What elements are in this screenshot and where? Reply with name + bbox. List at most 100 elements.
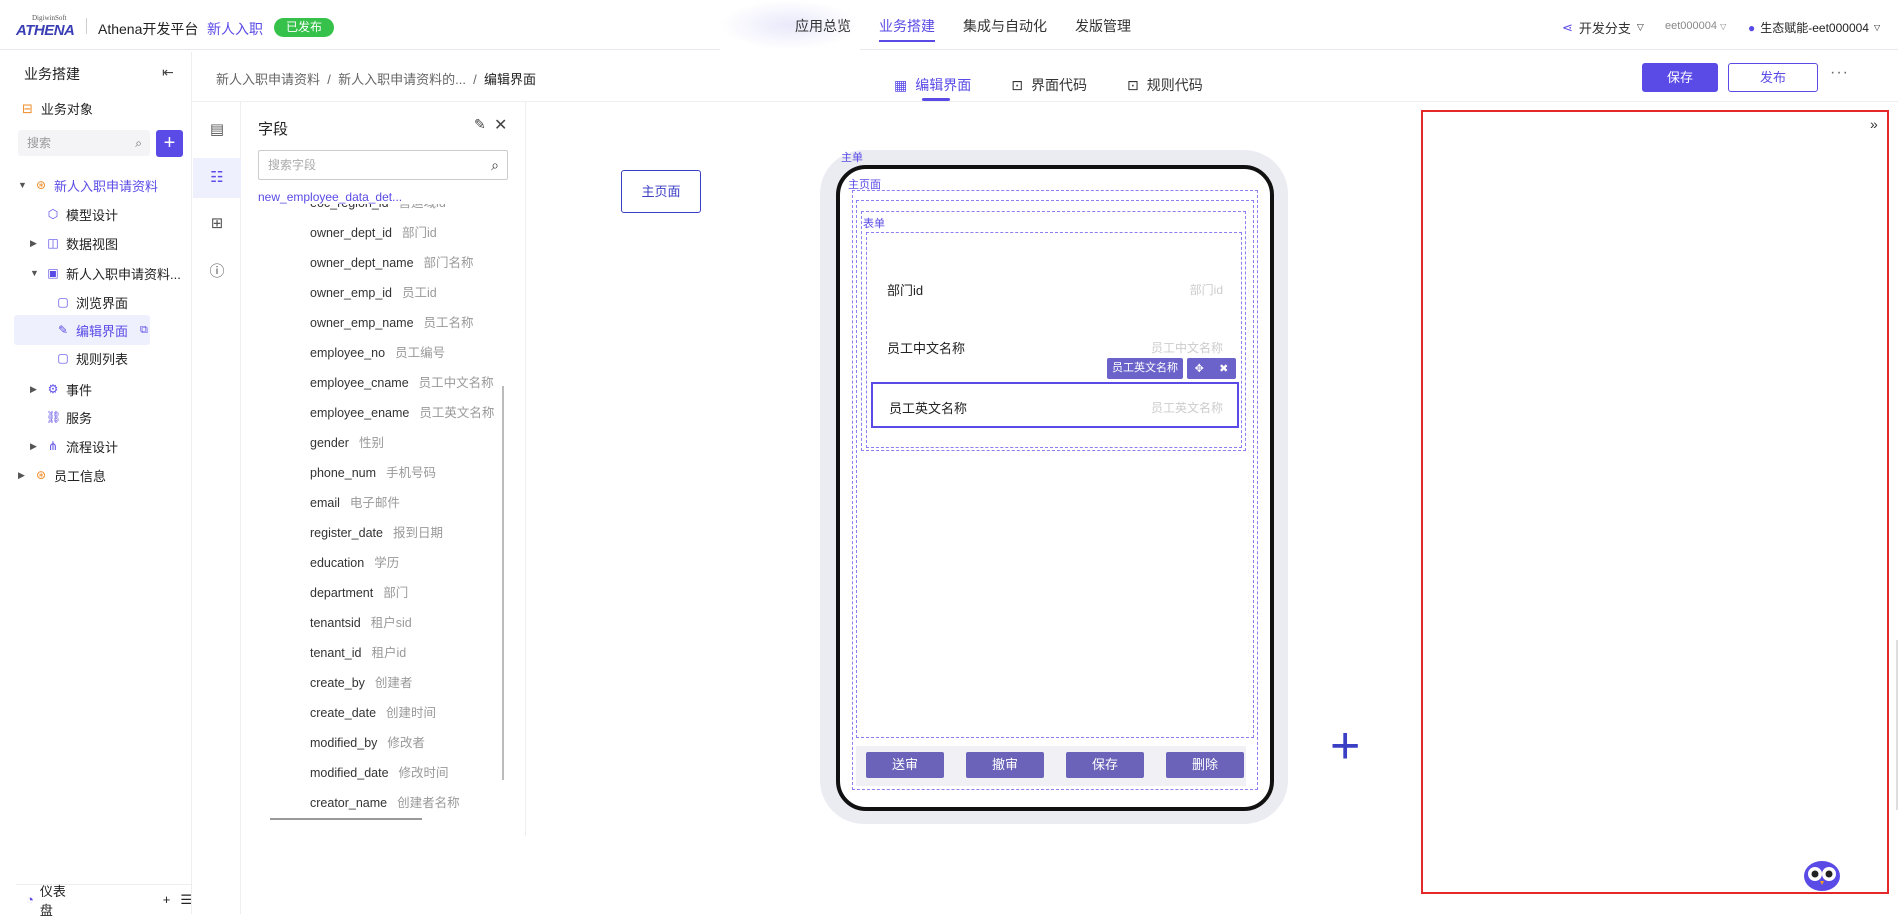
field-list-item[interactable]: employee_cname 员工中文名称 (310, 372, 494, 394)
object-icon: ⊛ (35, 468, 47, 482)
sidebar-tree-item[interactable]: ▼ ⊛ 新人入职申请资料 (8, 170, 158, 200)
delete-icon[interactable]: ✖ (1219, 362, 1228, 375)
form-field-row-selected[interactable]: 员工英文名称 员工英文名称 (871, 382, 1239, 428)
form-delete-button[interactable]: 删除 (1166, 752, 1244, 778)
sidebar-tree-item[interactable]: ✎ 编辑界面 ⧉ (14, 315, 150, 345)
field-list-item[interactable]: department 部门 (310, 582, 408, 604)
breadcrumb-item[interactable]: 新人入职申请资料 (216, 72, 320, 87)
left-sidebar: 业务搭建 ⇤ ⊟ 业务对象 搜索 ⌕ + ▼ ⊛ 新人入职申请资料 ⬡ 模型设计 ▶ ◫ 数据… (8, 52, 192, 918)
main-page-label: 主页面 (848, 179, 881, 191)
sidebar-tree-item[interactable]: ▼ ▣ 新人入职申请资料... (8, 258, 181, 288)
event-icon: ⚙ (47, 382, 59, 396)
status-badge: 已发布 (274, 18, 335, 37)
sidebar-search-input[interactable]: 搜索 ⌕ (18, 130, 150, 156)
field-list-item[interactable]: owner_emp_name 员工名称 (310, 312, 474, 334)
assistant-owl-icon[interactable] (1802, 856, 1842, 892)
field-list-item[interactable]: creator_name 创建者名称 (310, 792, 460, 814)
field-list-item[interactable]: tenantsid 租户sid (310, 612, 412, 634)
top-nav-item[interactable]: 业务搭建 (879, 16, 935, 46)
athena-logo[interactable]: DigiwinSoft ATHENA (16, 14, 75, 39)
editor-header: 新人入职申请资料 / 新人入职申请资料的... / 编辑界面 ▦ 编辑界面 ⊡ … (192, 52, 1898, 102)
sidebar-tree-item[interactable]: ▶ ⚙ 事件 (8, 374, 92, 404)
field-list-item[interactable]: eoc_region_id营运域id (310, 204, 446, 214)
caret-down-icon[interactable]: ▼ (30, 268, 40, 278)
field-list-item[interactable]: create_by 创建者 (310, 672, 412, 694)
submit-review-button[interactable]: 送审 (866, 752, 944, 778)
field-list-item[interactable]: email 电子邮件 (310, 492, 400, 514)
sidebar-tree-item[interactable]: ▶ ⋔ 流程设计 (8, 431, 118, 461)
info-icon[interactable]: ⓘ (205, 260, 229, 284)
tab-rule-code[interactable]: ⊡ 规则代码 (1127, 68, 1203, 102)
form-save-button[interactable]: 保存 (1066, 752, 1144, 778)
chevron-down-icon: ▽ (1636, 22, 1644, 32)
tab-edit-view[interactable]: ▦ 编辑界面 (894, 68, 971, 102)
caret-right-icon[interactable]: ▶ (30, 238, 40, 249)
top-nav-item[interactable]: 发版管理 (1075, 16, 1131, 46)
vertical-scrollbar[interactable] (502, 386, 504, 780)
publish-button[interactable]: 发布 (1728, 63, 1818, 92)
field-list-item[interactable]: owner_dept_id 部门id (310, 222, 437, 244)
field-list-item[interactable]: education 学历 (310, 552, 399, 574)
field-search-input[interactable]: 搜索字段 ⌕ (258, 150, 508, 180)
caret-right-icon[interactable]: ▶ (30, 384, 40, 395)
collapse-sidebar-icon[interactable]: ⇤ (162, 64, 174, 81)
components-icon[interactable]: ⊞ (205, 212, 229, 236)
close-icon[interactable]: ✕ (494, 115, 507, 135)
add-page-icon[interactable]: + (1330, 720, 1360, 772)
field-list-item[interactable]: modified_date 修改时间 (310, 762, 449, 784)
pin-icon[interactable]: ✎ (474, 116, 486, 133)
menu-icon[interactable]: ☰ (180, 892, 192, 908)
sidebar-tree-item[interactable]: ⬡ 模型设计 (8, 199, 118, 229)
sidebar-tree-item[interactable]: ▶ ⊛ 员工信息 (8, 460, 106, 490)
sidebar-tree-item[interactable]: ▢ 浏览界面 (8, 287, 128, 317)
flow-icon: ⋔ (47, 439, 59, 453)
terminal-icon: ⊡ (1126, 76, 1139, 93)
top-nav: 应用总览 业务搭建 集成与自动化 发版管理 (795, 16, 1159, 46)
field-list-item[interactable]: tenant_id 租户id (310, 642, 406, 664)
app-name[interactable]: 新人入职 (207, 19, 263, 39)
top-nav-item[interactable]: 应用总览 (795, 16, 851, 46)
link-icon: ⛓ (46, 410, 62, 424)
property-panel-dropzone[interactable] (1421, 110, 1889, 894)
sidebar-tree-item[interactable]: ▢ 规则列表 (8, 343, 128, 373)
add-icon[interactable]: + (163, 892, 171, 907)
field-list-item[interactable]: register_date 报到日期 (310, 522, 443, 544)
main-page-button[interactable]: 主页面 (621, 170, 701, 213)
caret-right-icon[interactable]: ▶ (18, 470, 28, 481)
caret-down-icon[interactable]: ▼ (18, 180, 28, 190)
withdraw-review-button[interactable]: 撤审 (966, 752, 1044, 778)
tenant-switcher[interactable]: eet000004 ▽ (1665, 20, 1726, 32)
sidebar-tree-item[interactable]: ▶ ◫ 数据视图 (8, 228, 118, 258)
save-button[interactable]: 保存 (1642, 63, 1718, 92)
more-icon[interactable]: ··· (1830, 64, 1849, 82)
caret-right-icon[interactable]: ▶ (30, 441, 40, 452)
add-object-button[interactable]: + (156, 130, 183, 157)
field-panel: 字段 ✎ ✕ 搜索字段 ⌕ new_employee_data_det... e… (242, 102, 526, 836)
horizontal-scrollbar[interactable] (270, 818, 422, 820)
search-icon: ⌕ (135, 136, 142, 150)
selected-field-actions: ✥ ✖ (1187, 358, 1236, 379)
field-list-item[interactable]: employee_no 员工编号 (310, 342, 445, 364)
field-list-item[interactable]: employee_ename 员工英文名称 (310, 402, 494, 424)
field-list-icon[interactable]: ☷ (193, 158, 241, 198)
field-list-item[interactable]: gender 性别 (310, 432, 384, 454)
layout-icon[interactable]: ▤ (205, 118, 229, 142)
expand-panel-icon[interactable]: » (1870, 116, 1878, 132)
business-object-header: ⊟ 业务对象 (22, 100, 93, 118)
field-list-item[interactable]: modified_by 修改者 (310, 732, 425, 754)
form-field-row[interactable]: 部门id 部门id (871, 268, 1237, 310)
field-list-item[interactable]: owner_dept_name 部门名称 (310, 252, 474, 274)
preview-icon[interactable]: ⧉ (140, 324, 148, 337)
top-nav-item[interactable]: 集成与自动化 (963, 16, 1047, 46)
move-icon[interactable]: ✥ (1195, 362, 1204, 375)
user-menu[interactable]: ● 生态赋能-eet000004 ▽ (1748, 19, 1880, 36)
breadcrumb-item[interactable]: 新人入职申请资料的... (338, 72, 466, 87)
field-list-item[interactable]: phone_num 手机号码 (310, 462, 436, 484)
dashboard-section[interactable]: ◔ 仪表盘 + ☰ (16, 884, 192, 918)
branch-switcher[interactable]: ⋖ 开发分支 ▽ (1562, 18, 1644, 37)
field-object-name[interactable]: new_employee_data_det... (258, 190, 402, 204)
field-list-item[interactable]: owner_emp_id 员工id (310, 282, 437, 304)
sidebar-tree-item[interactable]: ⛓ 服务 (8, 402, 92, 432)
field-list-item[interactable]: create_date 创建时间 (310, 702, 436, 724)
tab-view-code[interactable]: ⊡ 界面代码 (1011, 68, 1087, 102)
